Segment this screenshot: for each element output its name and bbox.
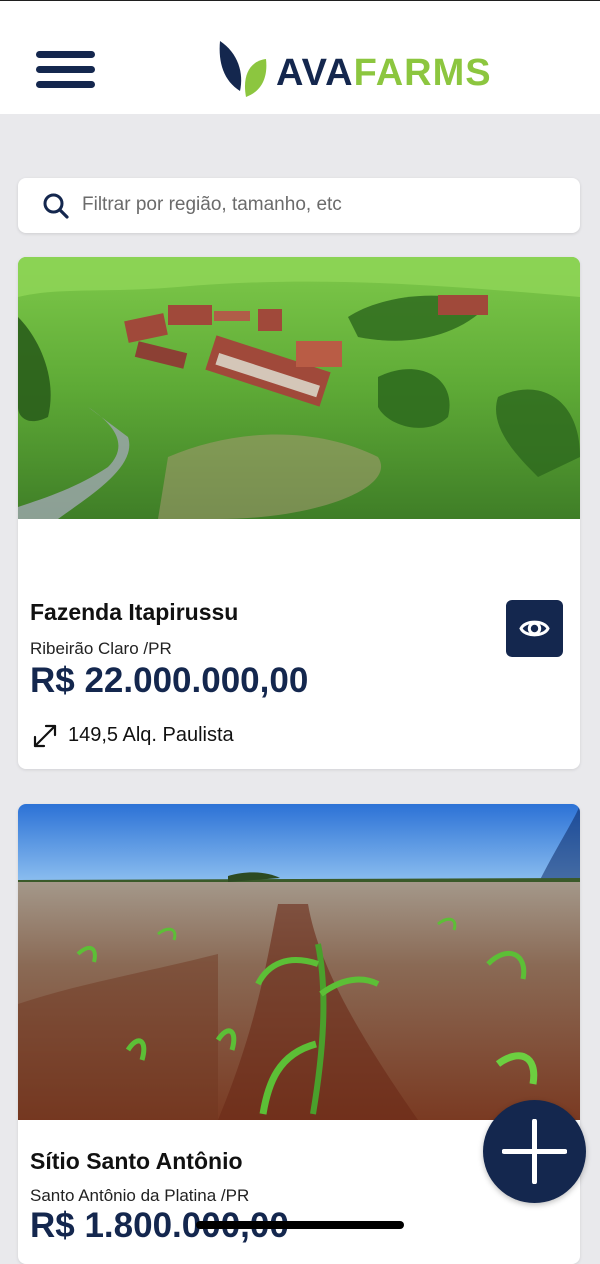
search-input[interactable]	[82, 186, 562, 224]
add-listing-button[interactable]	[483, 1100, 586, 1203]
menu-button[interactable]	[36, 49, 96, 93]
ava-farms-logo: AVAFARMS	[216, 37, 492, 101]
logo-text-ava: AVA	[276, 52, 354, 94]
farm-aerial-photo	[18, 257, 580, 519]
search-icon	[43, 193, 69, 219]
plus-icon	[502, 1119, 567, 1184]
listing-card[interactable]: Fazenda Itapirussu Ribeirão Claro /PR R$…	[18, 257, 580, 769]
leaf-logo-icon	[219, 41, 267, 97]
listing-location: Santo Antônio da Platina /PR	[30, 1186, 250, 1205]
listing-title: Fazenda Itapirussu	[30, 599, 239, 625]
crop-field-photo	[18, 804, 580, 1120]
home-indicator	[196, 1221, 404, 1229]
view-details-button[interactable]	[506, 600, 563, 657]
eye-icon	[519, 620, 550, 637]
menu-bar-top	[36, 51, 95, 58]
listing-location: Ribeirão Claro /PR	[30, 639, 172, 658]
app-header: AVAFARMS	[0, 0, 600, 114]
search-bar[interactable]	[18, 178, 580, 233]
diagonal-arrows-icon	[33, 724, 57, 748]
listing-card[interactable]: Sítio Santo Antônio Santo Antônio da Pla…	[18, 804, 580, 1264]
menu-bar-middle	[36, 66, 95, 73]
logo-wordmark: AVAFARMS	[276, 51, 492, 95]
listing-area-value: 149,5 Alq. Paulista	[68, 724, 234, 746]
logo-text-farms: FARMS	[353, 52, 492, 94]
listing-title: Sítio Santo Antônio	[30, 1148, 243, 1174]
menu-bar-bottom	[36, 81, 95, 88]
listing-price: R$ 22.000.000,00	[30, 661, 309, 700]
